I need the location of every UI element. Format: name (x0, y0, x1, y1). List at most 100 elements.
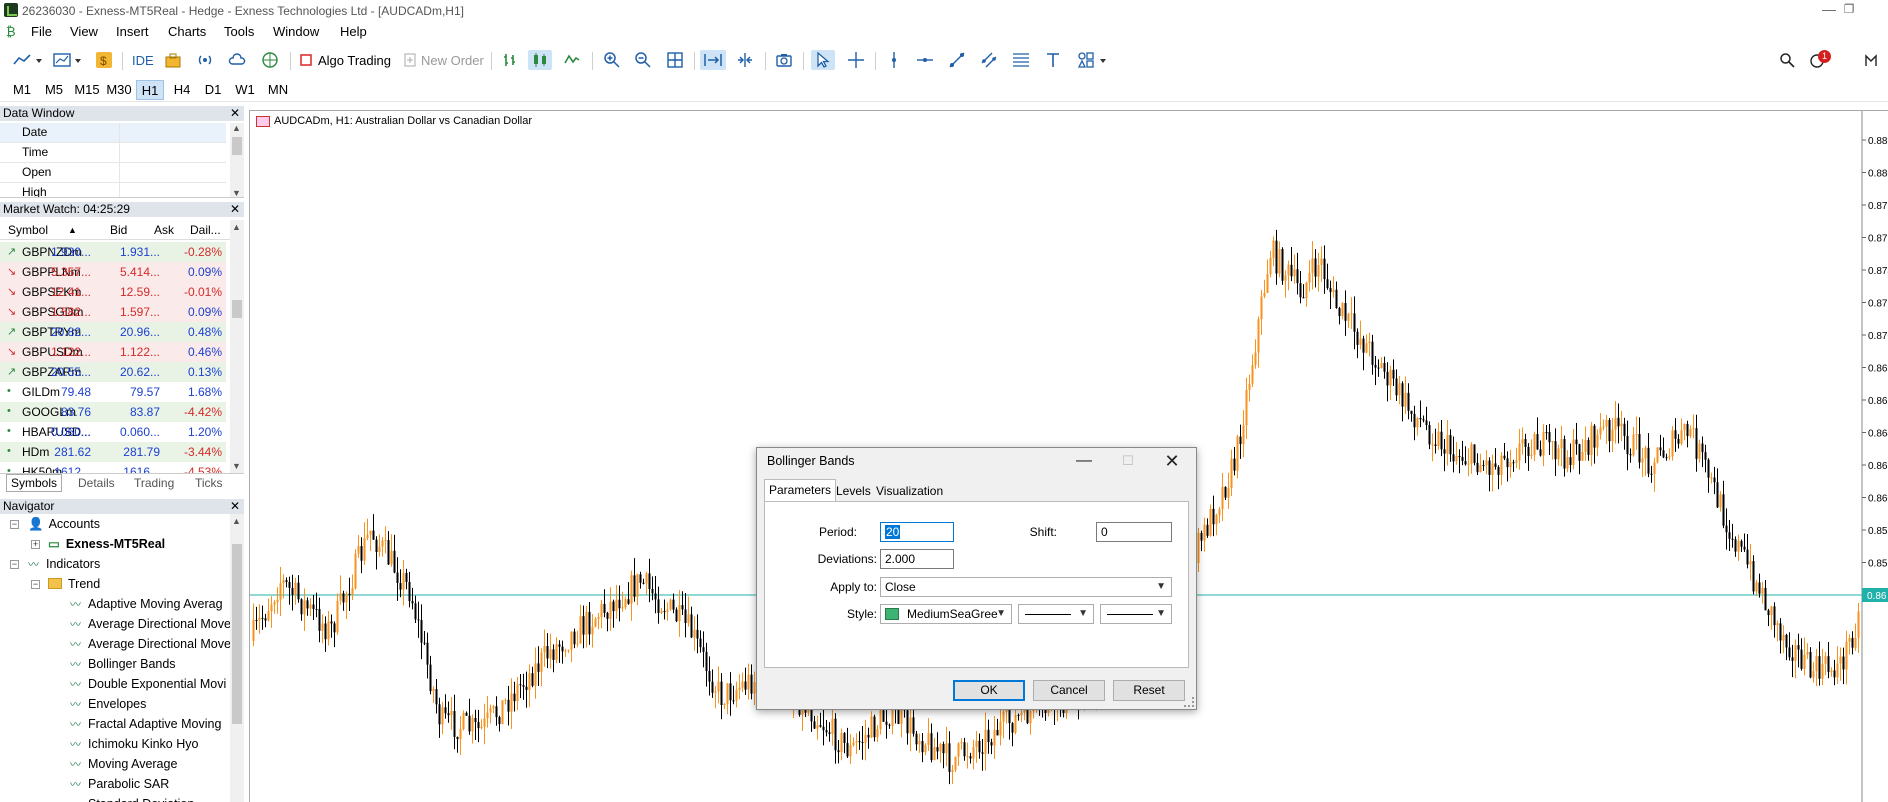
menu-help[interactable]: Help (340, 24, 367, 39)
market-watch-row[interactable]: ↗ GBPTRYm 20.82... 20.96... 0.48% (0, 322, 226, 342)
nav-accounts[interactable]: 👤 Accounts (28, 515, 100, 533)
bar-chart-button[interactable] (499, 50, 521, 70)
market-watch-row[interactable]: ↘ GBPPLNm 5.357... 5.414... 0.09% (0, 262, 226, 282)
search-button[interactable] (1777, 50, 1797, 70)
algo-trading-button[interactable]: Algo Trading (318, 53, 391, 68)
nav-indicator-item[interactable]: 〰 Average Directional Move (70, 615, 231, 633)
timeframe-m1[interactable]: M1 (10, 80, 34, 100)
dialog-close-button[interactable]: ✕ (1157, 450, 1187, 474)
zoom-in-button[interactable] (601, 50, 623, 70)
timeframe-m15[interactable]: M15 (72, 80, 102, 100)
new-order-button[interactable]: New Order (421, 53, 484, 68)
chart-type-dropdown[interactable] (10, 50, 44, 70)
scroll-down-icon[interactable]: ▼ (232, 188, 241, 197)
color-select[interactable]: MediumSeaGree ▼ (880, 604, 1012, 624)
timeframe-m5[interactable]: M5 (42, 80, 66, 100)
market-watch-row[interactable]: ↘ GBPSGDm 1.582... 1.597... 0.09% (0, 302, 226, 322)
channel-button[interactable] (979, 50, 999, 70)
menu-window[interactable]: Window (273, 24, 319, 39)
nav-indicator-item[interactable]: 〰 Double Exponential Movi (70, 675, 226, 693)
line-style-select[interactable]: ▼ (1018, 604, 1094, 624)
tab-ticks[interactable]: Ticks (195, 476, 223, 490)
minimize-button[interactable]: — (1819, 1, 1839, 19)
restore-button[interactable]: ❐ (1839, 1, 1859, 19)
column-daily-change[interactable]: Dail... (190, 223, 221, 237)
data-window-scrollbar[interactable]: ▲ ▼ (230, 123, 244, 197)
line-width-select[interactable]: ▼ (1100, 604, 1172, 624)
vps-button[interactable] (260, 50, 280, 70)
community-button[interactable] (1861, 50, 1881, 70)
vertical-line-button[interactable] (884, 50, 904, 70)
market-watch-row[interactable]: • HK50m 1612... 1616... -4.53% (0, 462, 226, 473)
shapes-dropdown[interactable] (1075, 50, 1109, 70)
briefcase-button[interactable] (163, 50, 183, 70)
nav-indicator-item[interactable]: 〰 Adaptive Moving Averag (70, 595, 223, 613)
zoom-out-button[interactable] (632, 50, 654, 70)
text-button[interactable] (1043, 50, 1063, 70)
expand-icon[interactable]: + (31, 540, 40, 549)
scroll-up-icon[interactable]: ▲ (232, 516, 241, 526)
apply-to-select[interactable]: Close ▼ (880, 577, 1172, 597)
tile-windows-button[interactable] (664, 50, 686, 70)
nav-account[interactable]: ▭ Exness-MT5Real (48, 535, 165, 553)
crosshair-button[interactable] (845, 50, 867, 70)
fibonacci-button[interactable] (1011, 50, 1031, 70)
dialog-minimize-button[interactable]: — (1069, 450, 1099, 474)
cloud-button[interactable] (227, 50, 247, 70)
menu-tools[interactable]: Tools (224, 24, 254, 39)
navigator-scrollbar[interactable]: ▲ (230, 514, 244, 802)
scroll-up-icon[interactable]: ▲ (232, 123, 241, 133)
tab-symbols[interactable]: Symbols (6, 474, 63, 492)
market-watch-row[interactable]: ↗ GBPZARm 20.55... 20.62... 0.13% (0, 362, 226, 382)
nav-indicator-item[interactable]: 〰 Bollinger Bands (70, 655, 176, 673)
deviations-input[interactable]: 2.000 (880, 549, 954, 569)
nav-indicator-item[interactable]: 〰 Ichimoku Kinko Hyo (70, 735, 198, 753)
market-watch-row[interactable]: • HDm 281.62 281.79 -3.44% (0, 442, 226, 462)
horizontal-line-button[interactable] (915, 50, 935, 70)
menu-charts[interactable]: Charts (168, 24, 206, 39)
cancel-button[interactable]: Cancel (1033, 680, 1105, 701)
column-ask[interactable]: Ask (154, 223, 174, 237)
reset-button[interactable]: Reset (1113, 680, 1185, 701)
scroll-down-icon[interactable]: ▼ (232, 461, 241, 471)
market-watch-row[interactable]: ↗ GBPNZDm 1.930... 1.931... -0.28% (0, 242, 226, 262)
tab-trading[interactable]: Trading (134, 476, 174, 490)
timeframe-mn[interactable]: MN (264, 80, 292, 100)
scroll-up-icon[interactable]: ▲ (232, 222, 241, 232)
template-dropdown[interactable] (50, 50, 84, 70)
nav-indicator-item[interactable]: 〰Standard Deviation (70, 795, 194, 802)
nav-indicator-item[interactable]: 〰 Average Directional Move (70, 635, 231, 653)
market-watch-row[interactable]: • HBARUSD... 0.060... 0.060... 1.20% (0, 422, 226, 442)
market-watch-close-icon[interactable]: ✕ (230, 202, 240, 217)
menu-view[interactable]: View (70, 24, 98, 39)
timeframe-d1[interactable]: D1 (201, 80, 225, 100)
nav-indicator-item[interactable]: 〰 Parabolic SAR (70, 775, 169, 793)
signal-button[interactable] (195, 50, 215, 70)
period-input[interactable]: 20 (880, 522, 954, 542)
market-watch-scrollbar[interactable]: ▲ ▼ (230, 220, 244, 473)
tab-parameters[interactable]: Parameters (764, 479, 837, 502)
navigator-close-icon[interactable]: ✕ (230, 499, 240, 514)
nav-indicators[interactable]: 〰 Indicators (28, 555, 100, 573)
market-watch-row[interactable]: • GILDm 79.48 79.57 1.68% (0, 382, 226, 402)
nav-indicator-item[interactable]: 〰 Moving Average (70, 755, 177, 773)
dialog-maximize-button[interactable]: ☐ (1113, 450, 1143, 474)
autoscroll-button[interactable] (700, 50, 726, 70)
shift-input[interactable]: 0 (1096, 522, 1172, 542)
tab-levels[interactable]: Levels (832, 481, 875, 502)
nav-indicator-item[interactable]: 〰 Envelopes (70, 695, 146, 713)
collapse-icon[interactable]: − (31, 580, 40, 589)
scroll-thumb[interactable] (232, 137, 242, 155)
timeframe-w1[interactable]: W1 (232, 80, 258, 100)
nav-trend-folder[interactable]: Trend (48, 575, 100, 593)
chart-shift-button[interactable] (733, 50, 757, 70)
dollar-button[interactable]: $ (94, 50, 114, 70)
line-chart-button[interactable] (561, 50, 583, 70)
cursor-button[interactable] (811, 50, 835, 70)
market-watch-row[interactable]: ↘ GBPSEKm 12.41... 12.59... -0.01% (0, 282, 226, 302)
collapse-icon[interactable]: − (10, 520, 19, 529)
column-bid[interactable]: Bid (110, 223, 127, 237)
nav-indicator-item[interactable]: 〰 Fractal Adaptive Moving (70, 715, 221, 733)
ok-button[interactable]: OK (953, 680, 1025, 701)
tab-visualization[interactable]: Visualization (872, 481, 947, 502)
